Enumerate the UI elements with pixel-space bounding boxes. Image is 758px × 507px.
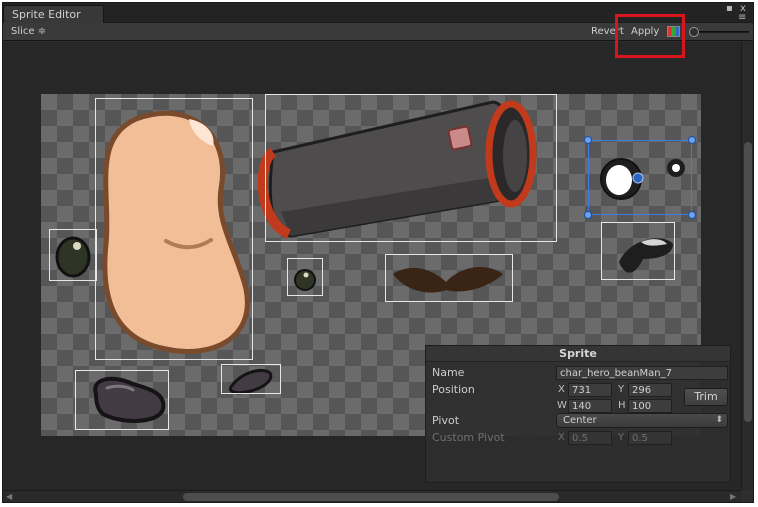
vertical-scroll-thumb[interactable] [744,142,752,422]
zoom-slider-handle[interactable] [689,27,699,37]
custom-pivot-y-field: 0.5 [628,431,672,445]
resize-handle-bottom-left[interactable] [584,211,592,219]
height-field[interactable]: 100 [628,399,672,413]
pivot-label: Pivot [432,414,460,427]
y-axis-label: Y [618,384,625,395]
revert-button[interactable]: Revert [587,24,628,40]
sprite-rect-eye-small[interactable] [287,258,323,296]
apply-button[interactable]: Apply [627,24,663,40]
panel-title: Sprite [426,346,730,362]
selected-sprite-rect[interactable] [588,140,692,215]
sprite-rect-body[interactable] [95,98,253,360]
scroll-right-icon[interactable]: ▶ [730,493,736,501]
dropdown-arrow-icon: ⬍ [715,415,723,425]
pivot-dropdown[interactable]: Center ⬍ [556,413,728,428]
position-y-field[interactable]: 296 [628,383,672,397]
name-label: Name [432,366,465,379]
scroll-left-icon[interactable]: ◀ [6,493,12,501]
tab-bar: Sprite Editor ▪ x ≡ [3,3,753,23]
sprite-rect-foot-large[interactable] [75,370,169,430]
trim-button[interactable]: Trim [684,388,728,406]
custom-pivot-label: Custom Pivot [432,431,505,444]
sprite-rect-hat[interactable] [265,94,557,242]
sprite-properties-panel: Sprite Name char_hero_beanMan_7 Position… [425,345,731,483]
resize-handle-top-right[interactable] [688,136,696,144]
lock-icon[interactable]: ▪ [726,4,733,14]
pivot-value: Center [563,415,597,426]
position-label: Position [432,383,475,396]
resize-handle-top-left[interactable] [584,136,592,144]
zoom-slider-track[interactable] [693,31,749,33]
slice-dropdown[interactable]: Slice ≑ [7,24,50,40]
toolbar: Slice ≑ Revert Apply [3,23,753,41]
horizontal-scroll-thumb[interactable] [183,493,559,501]
sprite-editor-window: Sprite Editor ▪ x ≡ Slice ≑ Revert Apply [2,2,754,503]
width-field[interactable]: 140 [568,399,612,413]
custom-pivot-y-label: Y [618,432,625,443]
name-field[interactable]: char_hero_beanMan_7 [556,366,728,380]
tab-sprite-editor[interactable]: Sprite Editor [3,5,104,23]
h-axis-label: H [618,400,626,411]
custom-pivot-x-label: X [558,432,565,443]
rgb-channel-icon[interactable] [667,26,680,37]
resize-handle-bottom-right[interactable] [688,211,696,219]
x-axis-label: X [558,384,565,395]
position-x-field[interactable]: 731 [568,383,612,397]
w-axis-label: W [557,400,567,411]
horizontal-scrollbar[interactable]: ◀ ▶ [3,490,741,502]
vertical-scrollbar[interactable] [741,42,753,490]
sprite-rect-eye-left[interactable] [49,229,97,281]
sprite-rect-foot-small[interactable] [221,364,281,394]
sprite-rect-eyebrow[interactable] [601,222,675,280]
custom-pivot-x-field: 0.5 [568,431,612,445]
menu-icon[interactable]: ≡ [738,13,746,23]
sprite-rect-mustache[interactable] [385,254,513,302]
